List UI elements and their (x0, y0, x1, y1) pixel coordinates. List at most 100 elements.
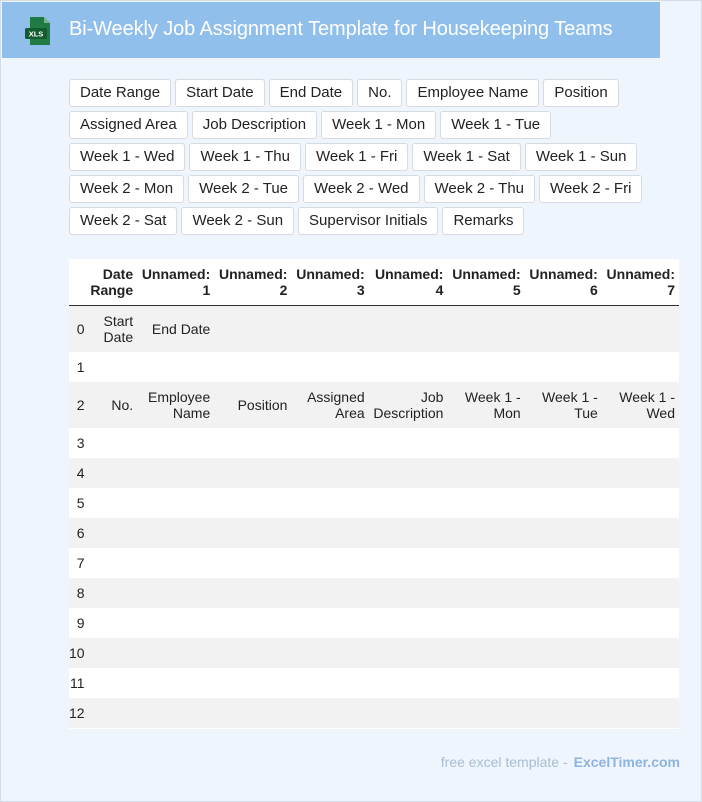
column-chip[interactable]: Job Description (191, 111, 318, 139)
table-cell[interactable] (447, 668, 525, 698)
table-cell[interactable] (214, 668, 292, 698)
table-cell[interactable] (84, 608, 138, 638)
column-chip[interactable]: Remarks (442, 207, 525, 235)
table-cell[interactable] (447, 578, 525, 608)
column-chip[interactable]: Week 1 - Wed (69, 143, 186, 171)
table-cell[interactable] (214, 488, 292, 518)
table-cell[interactable] (524, 698, 602, 728)
table-cell[interactable]: End Date (137, 305, 215, 352)
table-cell[interactable] (368, 608, 448, 638)
column-chip[interactable]: Week 2 - Thu (423, 175, 536, 203)
column-chip[interactable]: Week 1 - Sun (524, 143, 638, 171)
table-cell[interactable] (214, 518, 292, 548)
column-chip[interactable]: Week 2 - Fri (539, 175, 643, 203)
table-cell[interactable] (601, 638, 679, 668)
table-cell[interactable] (447, 458, 525, 488)
table-cell[interactable] (524, 638, 602, 668)
table-cell[interactable] (137, 698, 215, 728)
table-cell[interactable] (447, 518, 525, 548)
table-cell[interactable] (291, 608, 369, 638)
footer-brand-link[interactable]: ExcelTimer.com (574, 754, 680, 770)
table-cell[interactable]: Start Date (84, 305, 138, 352)
table-cell[interactable] (84, 698, 138, 728)
table-cell[interactable] (84, 458, 138, 488)
table-cell[interactable] (524, 548, 602, 578)
table-cell[interactable] (291, 352, 369, 382)
column-chip[interactable]: Week 1 - Thu (189, 143, 301, 171)
table-cell[interactable] (84, 488, 138, 518)
table-cell[interactable] (214, 698, 292, 728)
table-cell[interactable] (368, 458, 448, 488)
column-chip[interactable]: Week 2 - Mon (69, 175, 185, 203)
table-cell[interactable] (524, 428, 602, 458)
table-cell[interactable]: Week 1 - Tue (524, 382, 602, 428)
table-cell[interactable] (368, 548, 448, 578)
table-cell[interactable] (214, 578, 292, 608)
table-cell[interactable] (291, 578, 369, 608)
table-cell[interactable] (137, 608, 215, 638)
table-cell[interactable] (137, 458, 215, 488)
table-cell[interactable] (214, 458, 292, 488)
table-cell[interactable] (447, 305, 525, 352)
column-chip[interactable]: Week 2 - Tue (188, 175, 300, 203)
table-cell[interactable] (524, 352, 602, 382)
table-cell[interactable] (84, 548, 138, 578)
table-cell[interactable] (137, 488, 215, 518)
table-cell[interactable] (291, 638, 369, 668)
table-cell[interactable] (368, 698, 448, 728)
table-cell[interactable] (601, 458, 679, 488)
table-cell[interactable] (524, 488, 602, 518)
table-cell[interactable] (368, 488, 448, 518)
table-cell[interactable] (447, 698, 525, 728)
table-cell[interactable]: Job Description (368, 382, 448, 428)
table-cell[interactable] (137, 518, 215, 548)
table-cell[interactable] (214, 305, 292, 352)
column-chip[interactable]: Week 2 - Sat (69, 207, 178, 235)
table-cell[interactable] (601, 305, 679, 352)
column-chip[interactable]: Week 1 - Mon (321, 111, 437, 139)
column-chip[interactable]: Position (543, 79, 619, 107)
table-cell[interactable] (447, 608, 525, 638)
table-cell[interactable] (524, 518, 602, 548)
table-cell[interactable] (368, 578, 448, 608)
table-cell[interactable] (291, 548, 369, 578)
table-cell[interactable] (447, 488, 525, 518)
table-cell[interactable] (137, 668, 215, 698)
column-chip[interactable]: Start Date (175, 79, 265, 107)
table-cell[interactable] (291, 305, 369, 352)
table-cell[interactable]: No. (84, 382, 138, 428)
table-cell[interactable] (601, 668, 679, 698)
column-chip[interactable]: Date Range (69, 79, 172, 107)
table-cell[interactable] (84, 428, 138, 458)
column-chip[interactable]: Week 1 - Tue (440, 111, 552, 139)
table-cell[interactable] (601, 548, 679, 578)
table-cell[interactable]: Week 1 - Wed (601, 382, 679, 428)
table-cell[interactable] (601, 428, 679, 458)
column-chip[interactable]: Week 2 - Sun (181, 207, 295, 235)
table-cell[interactable]: Position (214, 382, 292, 428)
column-chip[interactable]: End Date (268, 79, 354, 107)
table-cell[interactable] (214, 548, 292, 578)
table-cell[interactable] (291, 428, 369, 458)
data-table-viewport[interactable]: Date Range Unnamed: 1 Unnamed: 2 Unnamed: 3… (69, 259, 679, 729)
table-cell[interactable] (214, 638, 292, 668)
table-cell[interactable] (447, 548, 525, 578)
table-cell[interactable] (368, 518, 448, 548)
table-cell[interactable] (601, 518, 679, 548)
table-cell[interactable] (84, 352, 138, 382)
column-chip[interactable]: No. (357, 79, 403, 107)
table-cell[interactable] (524, 668, 602, 698)
table-cell[interactable] (524, 608, 602, 638)
column-chip[interactable]: Week 2 - Wed (303, 175, 420, 203)
table-cell[interactable]: Week 1 - Mon (447, 382, 525, 428)
table-cell[interactable] (291, 518, 369, 548)
table-cell[interactable] (368, 305, 448, 352)
table-cell[interactable] (84, 638, 138, 668)
table-cell[interactable] (137, 352, 215, 382)
table-cell[interactable]: Assigned Area (291, 382, 369, 428)
table-cell[interactable] (291, 668, 369, 698)
table-cell[interactable] (368, 638, 448, 668)
table-cell[interactable] (291, 698, 369, 728)
table-cell[interactable] (368, 428, 448, 458)
table-cell[interactable] (601, 698, 679, 728)
